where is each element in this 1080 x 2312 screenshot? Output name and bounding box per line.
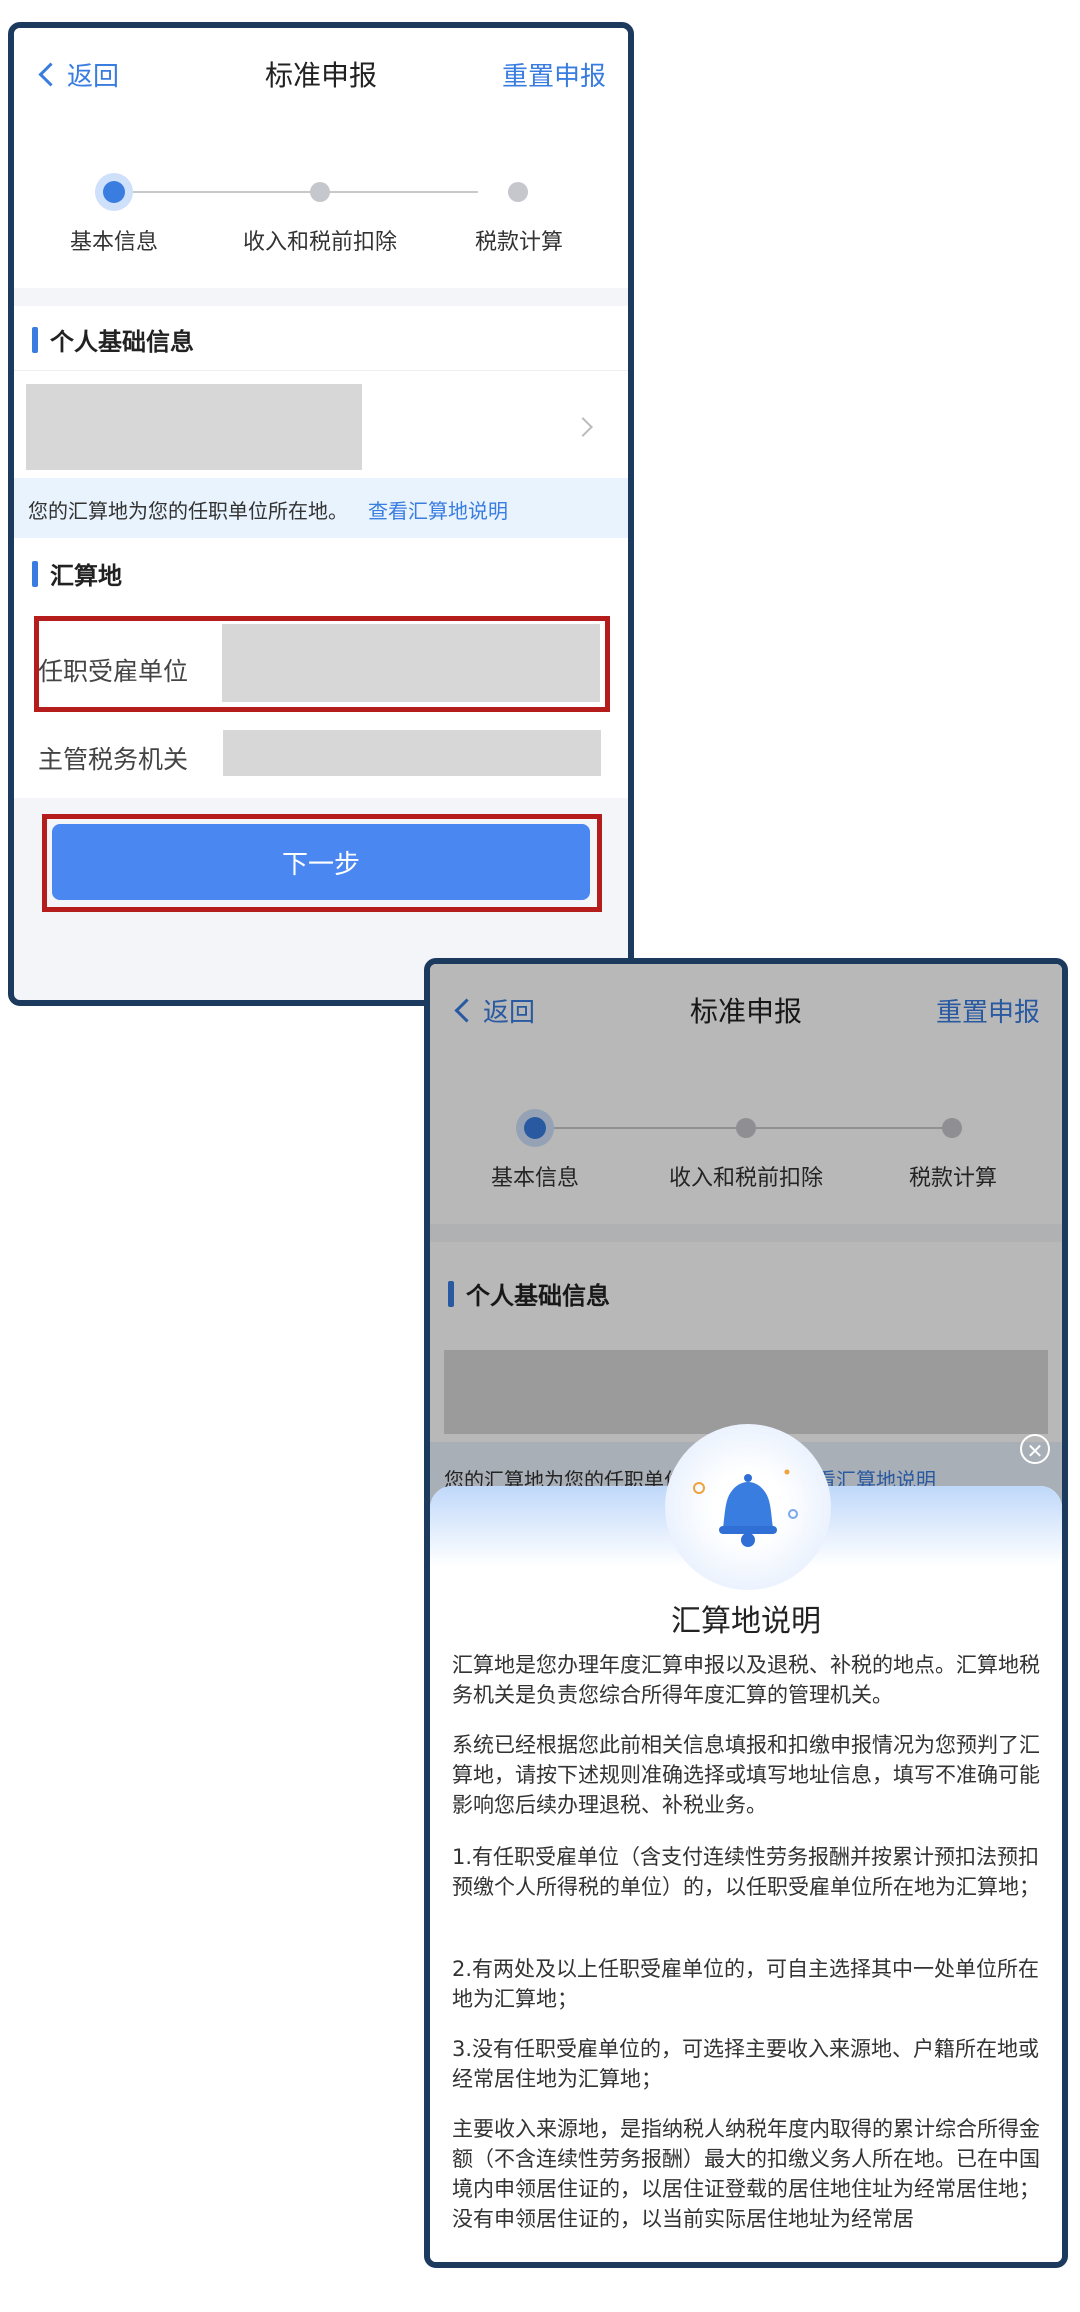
section-title-personal: 个人基础信息: [32, 322, 194, 357]
step-dot: [310, 182, 330, 202]
dialog-paragraph: 系统已经根据您此前相关信息填报和扣缴申报情况为您预判了汇算地，请按下述规则准确选…: [452, 1733, 1040, 1817]
progress-steps: 基本信息 收入和税前扣除 税款计算: [14, 120, 628, 288]
screenshot-standard-declaration: 返回 标准申报 重置申报 基本信息 收入和税前扣除 税款计算 个人基础信息 您的…: [8, 22, 634, 1006]
view-location-info-link[interactable]: 查看汇算地说明: [368, 495, 508, 524]
reset-declaration-button[interactable]: 重置申报: [502, 56, 606, 93]
divider: [14, 370, 628, 371]
dialog-title: 汇算地说明: [671, 1604, 821, 1639]
redacted-personal-info: [26, 384, 362, 470]
highlight-box-employer: [34, 616, 610, 712]
highlight-box-next: [42, 814, 602, 912]
step-label-income: 收入和税前扣除: [242, 230, 397, 255]
dialog-paragraph: 2.有两处及以上任职受雇单位的，可自主选择其中一处单位所在地为汇算地；: [452, 1957, 1040, 2011]
section-title-location: 汇算地: [32, 556, 122, 591]
dialog-paragraph: 3.没有任职受雇单位的，可选择主要收入来源地、户籍所在地或经常居住地为汇算地；: [452, 2037, 1040, 2091]
nav-bar: 返回 标准申报 重置申报: [14, 28, 628, 121]
step-label-basic: 基本信息: [69, 230, 158, 255]
screenshot-location-dialog: 返回 标准申报 重置申报 基本信息 收入和税前扣除 税款计算 个人基础信息 您的…: [424, 958, 1068, 2268]
close-icon[interactable]: ✕: [1020, 1434, 1050, 1464]
location-notice: 您的汇算地为您的任职单位所在地。 查看汇算地说明: [14, 478, 628, 538]
tax-office-field[interactable]: [223, 730, 601, 776]
dialog-paragraph: 1.有任职受雇单位（含支付连续性劳务报酬并按累计预扣法预扣预缴个人所得税的单位）…: [452, 1845, 1040, 1899]
personal-info-section: 个人基础信息: [14, 306, 628, 502]
step-dot: [508, 182, 528, 202]
tax-office-label: 主管税务机关: [38, 745, 189, 774]
location-info-dialog: 汇算地说明 汇算地是您办理年度汇算申报以及退税、补税的地点。汇算地税务机关是负责…: [430, 1486, 1062, 2262]
location-section: 汇算地 任职受雇单位 主管税务机关: [14, 538, 628, 798]
section-marker: [32, 560, 38, 587]
bell-badge: [665, 1424, 831, 1590]
step-dot-active: [103, 181, 125, 203]
bell-icon: [693, 1469, 798, 1547]
step-connector: [114, 191, 478, 193]
dialog-paragraph: 主要收入来源地，是指纳税人纳税年度内取得的累计综合所得金额（不含连续性劳务报酬）…: [452, 2117, 1040, 2231]
dialog-paragraph: 汇算地是您办理年度汇算申报以及退税、补税的地点。汇算地税务机关是负责您综合所得年…: [452, 1653, 1040, 1707]
chevron-right-icon: [573, 417, 593, 437]
section-marker: [32, 326, 38, 353]
step-label-tax: 税款计算: [474, 230, 563, 255]
